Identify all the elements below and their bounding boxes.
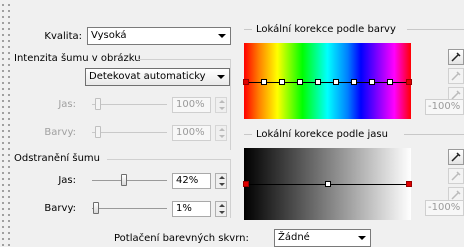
removal-luma-input[interactable]: 42% — [172, 173, 211, 189]
removal-chroma-input[interactable]: 1% — [172, 201, 211, 217]
pipette-disabled-icon — [451, 171, 461, 181]
removal-luma-thumb[interactable] — [121, 174, 127, 186]
noise-removal-frame — [107, 159, 231, 218]
pipette-disabled-icon — [451, 71, 461, 81]
curve-point[interactable] — [351, 79, 357, 85]
pipette-button[interactable] — [448, 49, 464, 65]
pipette-button[interactable] — [448, 149, 464, 165]
color-correction-curve — [246, 82, 409, 83]
intensity-chroma-label: Barvy: — [44, 127, 76, 138]
curve-point[interactable] — [279, 79, 285, 85]
pipette-icon — [451, 52, 461, 62]
dotted-border — [0, 0, 14, 246]
curve-point[interactable] — [369, 79, 375, 85]
color-correction-spectrum[interactable] — [244, 43, 411, 119]
curve-point[interactable] — [387, 79, 393, 85]
curve-point[interactable] — [261, 79, 267, 85]
intensity-chroma-thumb[interactable] — [95, 126, 101, 138]
intensity-chroma-input[interactable]: 100% — [172, 125, 211, 141]
intensity-chroma-track — [92, 132, 167, 133]
chevron-down-icon — [358, 236, 366, 240]
luma-correction-line-left — [244, 134, 252, 135]
curve-point[interactable] — [333, 79, 339, 85]
luma-correction-title: Lokální korekce podle jasu — [256, 129, 388, 140]
pipette-icon — [451, 152, 461, 162]
chevron-down-icon — [218, 34, 226, 38]
curve-endpoint-right[interactable] — [406, 79, 412, 85]
noise-removal-title: Odstranění šumu — [14, 153, 101, 164]
pipette-add-button[interactable] — [448, 68, 464, 84]
color-correction-line-right — [407, 29, 464, 30]
color-spot-label: Potlačení barevných skvrn: — [114, 233, 249, 244]
removal-luma-spinner[interactable] — [215, 173, 227, 189]
color-correction-title: Lokální korekce podle barvy — [256, 24, 396, 35]
luma-correction-line-right — [404, 134, 464, 135]
intensity-luma-input[interactable]: 100% — [172, 97, 211, 113]
curve-point[interactable] — [297, 79, 303, 85]
chevron-down-icon — [217, 75, 225, 79]
removal-chroma-spinner[interactable] — [215, 201, 227, 217]
pipette-add-button[interactable] — [448, 168, 464, 184]
quality-label: Kvalita: — [44, 31, 82, 42]
removal-luma-label: Jas: — [58, 175, 76, 186]
intensity-luma-label: Jas: — [58, 99, 76, 110]
curve-endpoint-right[interactable] — [406, 181, 412, 187]
curve-point[interactable] — [325, 181, 331, 187]
quality-select[interactable]: Vysoká — [87, 27, 231, 45]
noise-mode-select[interactable]: Detekovat automaticky — [85, 68, 230, 86]
quality-value: Vysoká — [91, 30, 127, 41]
curve-endpoint-left[interactable] — [243, 181, 249, 187]
intensity-luma-track — [92, 104, 167, 105]
noise-mode-value: Detekovat automaticky — [89, 71, 206, 82]
color-spot-select[interactable]: Žádné — [274, 229, 371, 247]
intensity-chroma-spinner[interactable] — [215, 125, 227, 141]
curve-point[interactable] — [315, 79, 321, 85]
removal-chroma-thumb[interactable] — [93, 202, 99, 214]
intensity-luma-thumb[interactable] — [95, 98, 101, 110]
color-spot-value: Žádné — [278, 232, 310, 243]
removal-chroma-track — [92, 208, 167, 209]
color-correction-value[interactable]: -100% — [425, 99, 464, 115]
luma-correction-value[interactable]: -100% — [425, 200, 464, 216]
curve-endpoint-left[interactable] — [243, 79, 249, 85]
removal-chroma-label: Barvy: — [44, 203, 76, 214]
color-correction-line-left — [244, 29, 252, 30]
noise-intensity-title: Intenzita šumu v obrázku — [14, 53, 141, 64]
removal-luma-track — [92, 180, 167, 181]
intensity-luma-spinner[interactable] — [215, 97, 227, 113]
